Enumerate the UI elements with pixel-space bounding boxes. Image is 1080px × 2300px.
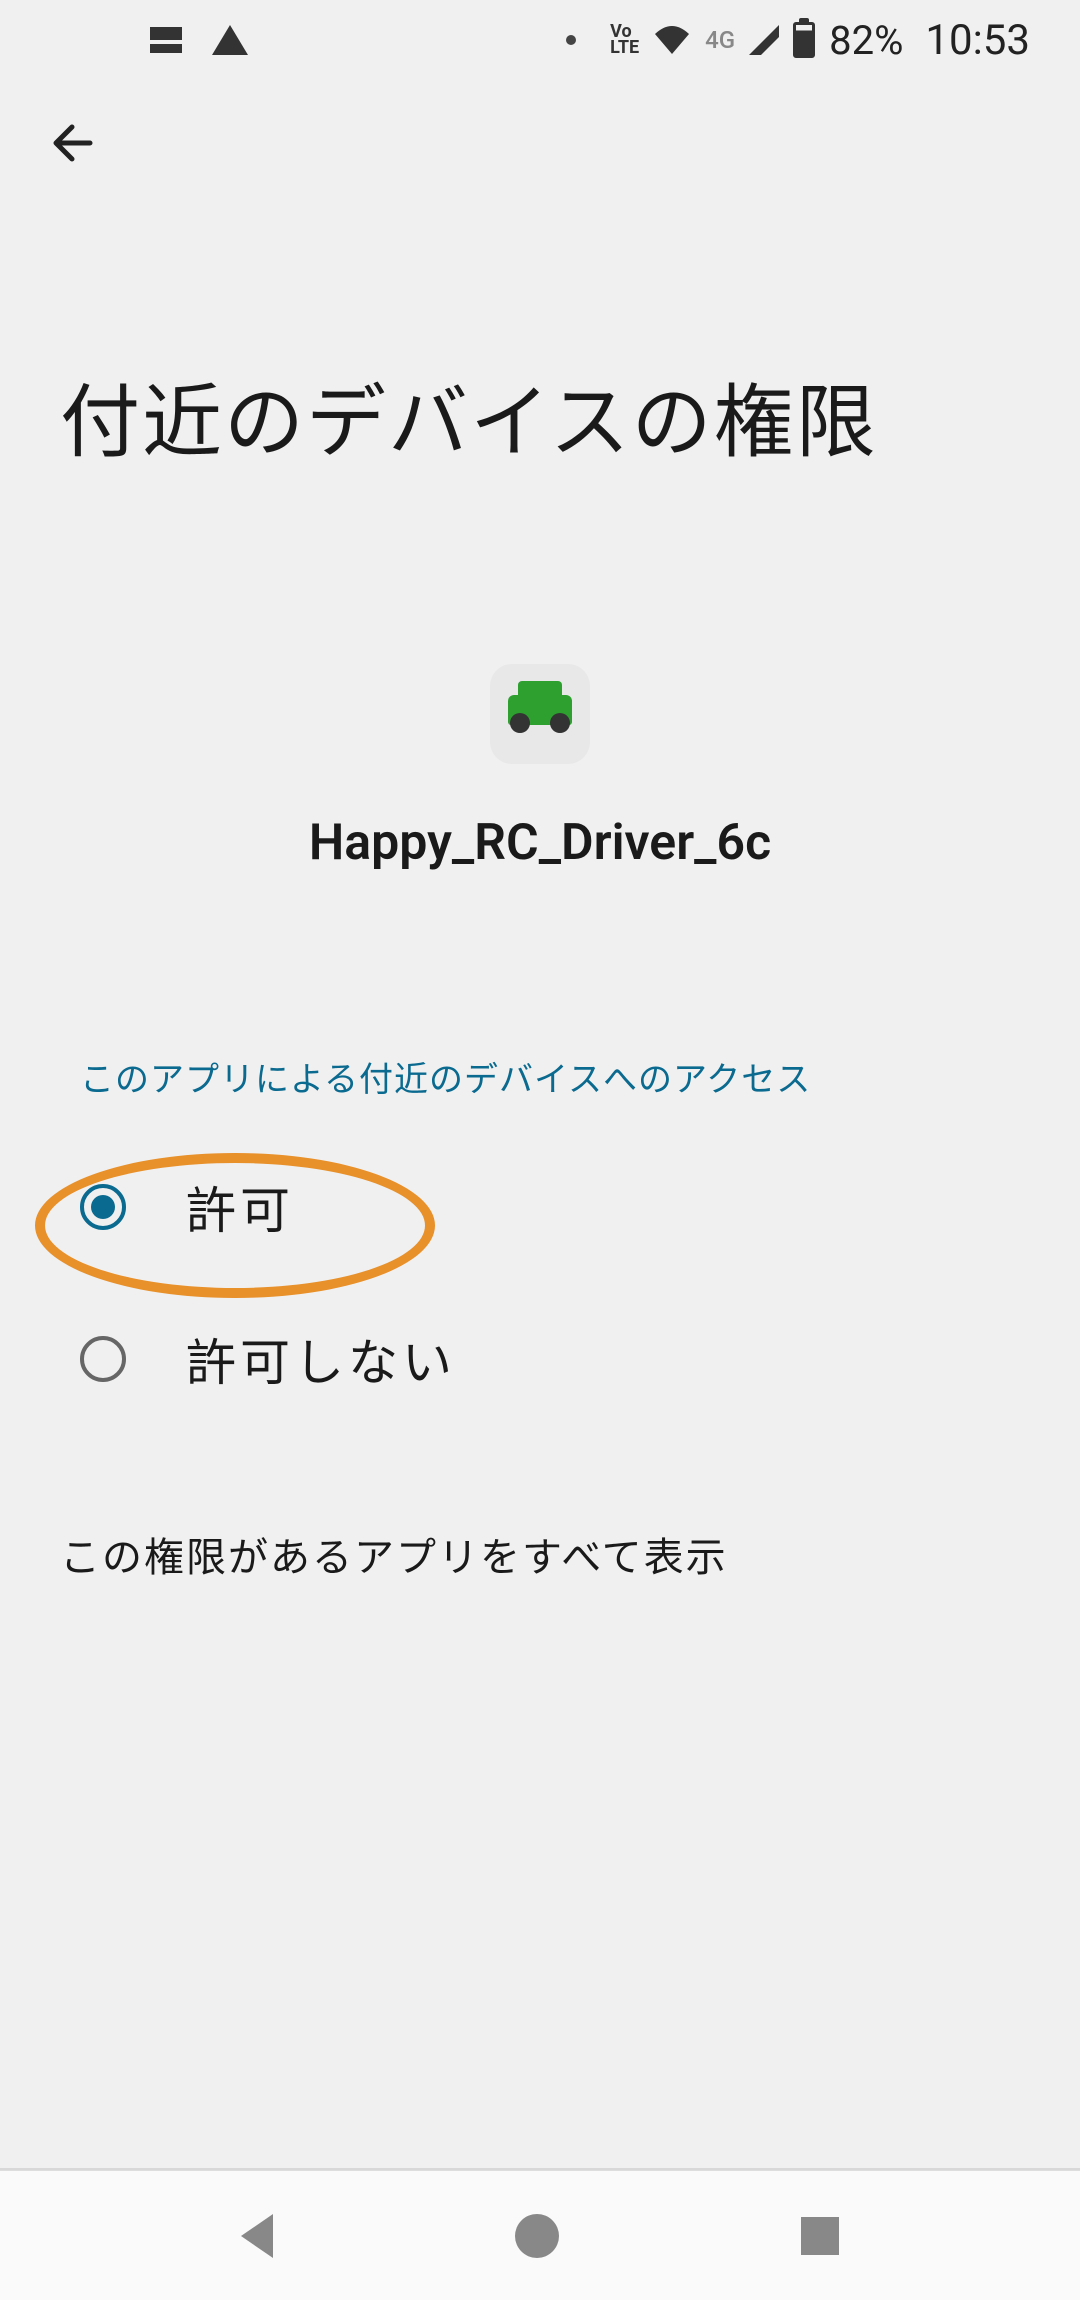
status-bar: VoLTE 4G 82% 10:53	[0, 0, 1080, 80]
show-all-apps-link[interactable]: この権限があるアプリをすべて表示	[0, 1435, 1080, 1673]
nav-home-icon[interactable]	[515, 2214, 559, 2258]
page-title: 付近のデバイスの権限	[0, 218, 1080, 474]
radio-group: 許可 許可しない	[0, 1131, 1080, 1435]
navigation-bar	[0, 2170, 1080, 2300]
radio-label-deny: 許可しない	[186, 1323, 456, 1395]
notification-icon	[150, 27, 182, 53]
radio-option-deny[interactable]: 許可しない	[0, 1283, 1080, 1435]
radio-label-allow: 許可	[186, 1171, 294, 1243]
back-button[interactable]	[0, 80, 1080, 218]
back-arrow-icon	[50, 120, 94, 178]
signal-icon	[749, 25, 779, 55]
clock: 10:53	[925, 16, 1030, 65]
status-left	[150, 25, 248, 55]
permission-section-label: このアプリによる付近のデバイスへのアクセス	[0, 1052, 1080, 1101]
battery-percent: 82%	[829, 17, 903, 64]
nav-back-icon[interactable]	[241, 2214, 273, 2258]
app-icon	[490, 664, 590, 764]
nav-recent-icon[interactable]	[801, 2217, 839, 2255]
warning-icon	[212, 25, 248, 55]
car-icon	[508, 695, 572, 725]
status-right: VoLTE 4G 82% 10:53	[566, 16, 1030, 65]
network-type-label: 4G	[705, 26, 735, 54]
radio-selected-icon	[80, 1184, 126, 1230]
app-section: Happy_RC_Driver_6c	[0, 664, 1080, 872]
wifi-icon	[653, 17, 691, 64]
radio-option-allow[interactable]: 許可	[0, 1131, 1080, 1283]
app-name: Happy_RC_Driver_6c	[0, 814, 1080, 872]
dot-icon	[566, 35, 576, 45]
radio-unselected-icon	[80, 1336, 126, 1382]
volte-icon: VoLTE	[610, 24, 639, 56]
battery-icon	[793, 22, 815, 58]
